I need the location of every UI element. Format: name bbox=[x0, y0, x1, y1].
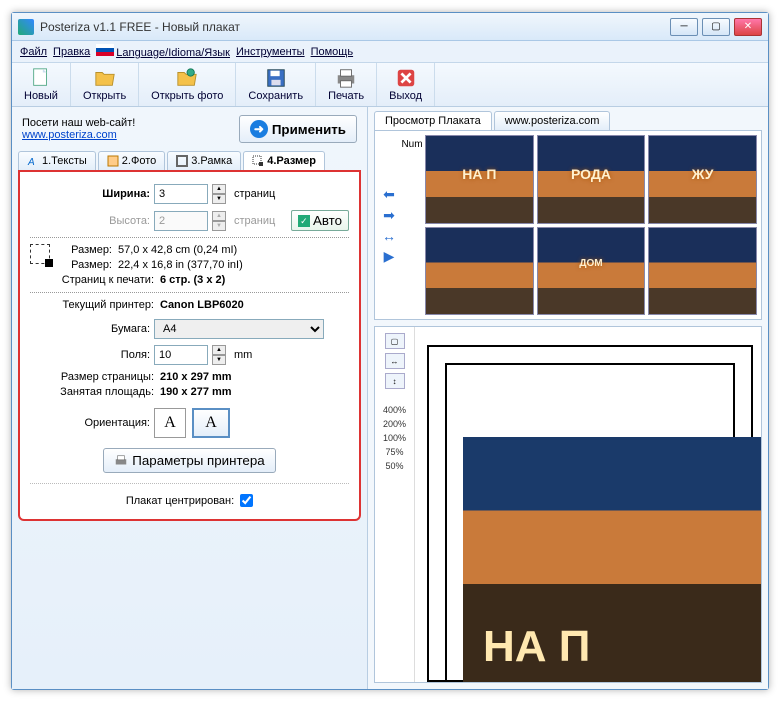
frame-icon bbox=[176, 155, 188, 167]
visit-block: Посети наш web-сайт! www.posteriza.com bbox=[22, 117, 135, 141]
width-label: Ширина: bbox=[30, 188, 150, 200]
open-icon bbox=[94, 67, 116, 89]
orientation-landscape[interactable]: A bbox=[192, 408, 230, 438]
zoom-100[interactable]: 100% bbox=[383, 433, 406, 443]
height-input bbox=[154, 211, 208, 231]
height-unit: страниц bbox=[234, 215, 275, 227]
page-canvas[interactable]: НА П bbox=[415, 327, 761, 682]
zoom-width-icon[interactable]: ↔ bbox=[385, 353, 405, 369]
size-icon bbox=[252, 155, 264, 167]
dimensions-icon bbox=[30, 244, 50, 264]
tab-frame[interactable]: 3.Рамка bbox=[167, 151, 241, 170]
left-tabs: A 1.Тексты 2.Фото 3.Рамка 4.Размер bbox=[18, 151, 361, 172]
svg-text:A: A bbox=[27, 157, 35, 167]
printer-value: Canon LBP6020 bbox=[160, 299, 244, 311]
size-in-value: 22,4 x 16,8 in (377,70 inI) bbox=[118, 259, 243, 271]
thumb-4[interactable] bbox=[425, 227, 534, 316]
poster-image: НА П bbox=[463, 437, 761, 682]
auto-button[interactable]: ✓ Авто bbox=[291, 210, 349, 231]
thumb-5[interactable]: ДОМ bbox=[537, 227, 646, 316]
zoom-75[interactable]: 75% bbox=[385, 447, 403, 457]
centered-checkbox[interactable] bbox=[240, 494, 253, 507]
width-spinner[interactable]: ▲▼ bbox=[212, 184, 226, 204]
printer-icon bbox=[114, 454, 128, 468]
close-button[interactable]: ✕ bbox=[734, 18, 762, 36]
zoom-50[interactable]: 50% bbox=[385, 461, 403, 471]
centered-label: Плакат центрирован: bbox=[126, 495, 234, 507]
menu-file[interactable]: Файл bbox=[20, 46, 47, 58]
nav-left-icon[interactable]: ⬅ bbox=[379, 186, 399, 203]
size-cm-value: 57,0 x 42,8 cm (0,24 mI) bbox=[118, 244, 237, 256]
poster-preview: ⬅ ➡ ↔ ▶ Num НА П РОДА ЖУ ДОМ bbox=[374, 130, 762, 320]
left-panel: Посети наш web-сайт! www.posteriza.com ➜… bbox=[12, 107, 368, 689]
toolbar-print[interactable]: Печать bbox=[316, 63, 377, 106]
new-icon bbox=[30, 67, 52, 89]
website-tab[interactable]: www.posteriza.com bbox=[494, 111, 611, 130]
app-icon bbox=[18, 19, 34, 35]
thumb-2[interactable]: РОДА bbox=[537, 135, 646, 224]
tab-photo[interactable]: 2.Фото bbox=[98, 151, 165, 170]
toolbar-open-photo[interactable]: Открыть фото bbox=[139, 63, 236, 106]
toolbar-new[interactable]: Новый bbox=[12, 63, 71, 106]
menu-tools[interactable]: Инструменты bbox=[236, 46, 305, 58]
nav-play-icon[interactable]: ▶ bbox=[379, 248, 399, 265]
window-title: Posteriza v1.1 FREE - Новый плакат bbox=[40, 20, 670, 34]
width-input[interactable] bbox=[154, 184, 208, 204]
thumb-1[interactable]: НА П bbox=[425, 135, 534, 224]
paper-select[interactable]: A4 bbox=[154, 319, 324, 339]
tab-size[interactable]: 4.Размер bbox=[243, 151, 325, 170]
thumb-3[interactable]: ЖУ bbox=[648, 135, 757, 224]
open-photo-icon bbox=[176, 67, 198, 89]
width-unit: страниц bbox=[234, 188, 275, 200]
orientation-portrait[interactable]: A bbox=[154, 408, 186, 438]
menu-edit[interactable]: Правка bbox=[53, 46, 90, 58]
minimize-button[interactable]: ─ bbox=[670, 18, 698, 36]
zoom-200[interactable]: 200% bbox=[383, 419, 406, 429]
height-label: Высота: bbox=[30, 215, 150, 227]
flag-icon bbox=[96, 44, 114, 56]
photo-icon bbox=[107, 155, 119, 167]
zoom-height-icon[interactable]: ↕ bbox=[385, 373, 405, 389]
apply-arrow-icon: ➜ bbox=[250, 120, 268, 138]
thumb-6[interactable] bbox=[648, 227, 757, 316]
right-panel: Просмотр Плаката www.posteriza.com ⬅ ➡ ↔… bbox=[368, 107, 768, 689]
toolbar-open[interactable]: Открыть bbox=[71, 63, 139, 106]
used-area-value: 190 x 277 mm bbox=[160, 386, 232, 398]
margin-spinner[interactable]: ▲▼ bbox=[212, 345, 226, 365]
menu-language[interactable]: Language/Idioma/Язык bbox=[96, 44, 230, 59]
zoom-fit-icon[interactable]: ▢ bbox=[385, 333, 405, 349]
nav-leftright-icon[interactable]: ↔ bbox=[379, 228, 399, 244]
size-panel: Ширина: ▲▼ страниц Высота: ▲▼ страниц ✓ … bbox=[18, 172, 361, 521]
zoom-400[interactable]: 400% bbox=[383, 405, 406, 415]
height-spinner: ▲▼ bbox=[212, 211, 226, 231]
page-preview: ▢ ↔ ↕ 400% 200% 100% 75% 50% НА П bbox=[374, 326, 762, 683]
maximize-button[interactable]: ▢ bbox=[702, 18, 730, 36]
titlebar: Posteriza v1.1 FREE - Новый плакат ─ ▢ ✕ bbox=[12, 13, 768, 41]
menu-help[interactable]: Помощь bbox=[311, 46, 354, 58]
apply-button[interactable]: ➜ Применить bbox=[239, 115, 357, 143]
nav-right-icon[interactable]: ➡ bbox=[379, 207, 399, 224]
toolbar-save[interactable]: Сохранить bbox=[236, 63, 316, 106]
tab-texts[interactable]: A 1.Тексты bbox=[18, 151, 96, 170]
num-label: Num bbox=[399, 135, 425, 315]
pages-value: 6 стр. (3 x 2) bbox=[160, 274, 225, 286]
menubar: Файл Правка Language/Idioma/Язык Инструм… bbox=[12, 41, 768, 63]
check-icon: ✓ bbox=[298, 215, 310, 227]
exit-icon bbox=[395, 67, 417, 89]
save-icon bbox=[265, 67, 287, 89]
printer-settings-button[interactable]: Параметры принтера bbox=[103, 448, 275, 473]
page-size-value: 210 x 297 mm bbox=[160, 371, 232, 383]
print-icon bbox=[335, 67, 357, 89]
toolbar-exit[interactable]: Выход bbox=[377, 63, 435, 106]
visit-link[interactable]: www.posteriza.com bbox=[22, 129, 117, 141]
text-icon: A bbox=[27, 155, 39, 167]
preview-tab[interactable]: Просмотр Плаката bbox=[374, 111, 492, 130]
margin-input[interactable] bbox=[154, 345, 208, 365]
toolbar: Новый Открыть Открыть фото Сохранить Печ… bbox=[12, 63, 768, 107]
